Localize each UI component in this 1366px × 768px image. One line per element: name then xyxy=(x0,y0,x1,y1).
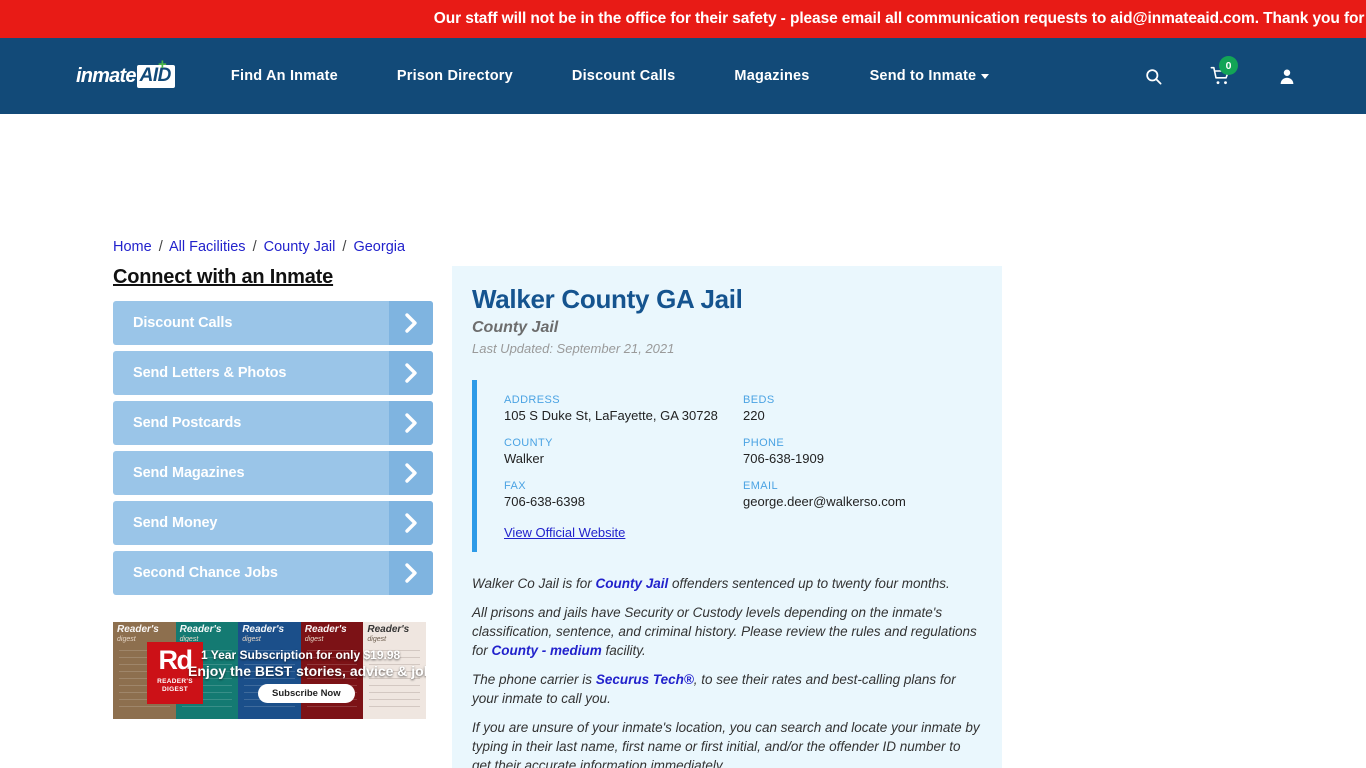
sidebar: Connect with an Inmate Discount Calls Se… xyxy=(113,266,433,601)
breadcrumb-item-county-jail[interactable]: County Jail xyxy=(264,239,336,255)
sidebar-item-label: Discount Calls xyxy=(133,315,233,331)
nav-item-prison-directory[interactable]: Prison Directory xyxy=(397,68,513,84)
sidebar-item-label: Send Money xyxy=(133,515,218,531)
info-value: 220 xyxy=(743,408,765,423)
info-field-beds: BEDS 220 xyxy=(743,394,982,423)
ad-cover-title: Reader's xyxy=(117,624,159,635)
sidebar-item-send-postcards[interactable]: Send Postcards xyxy=(113,401,433,445)
desc-p1-text-b: offenders sentenced up to twenty four mo… xyxy=(668,576,950,591)
info-field-county: COUNTY Walker xyxy=(504,437,743,466)
nav-item-send-to-inmate-label: Send to Inmate xyxy=(869,68,977,84)
chevron-right-icon xyxy=(389,451,433,495)
sidebar-item-label: Second Chance Jobs xyxy=(133,565,278,581)
facility-type: County Jail xyxy=(472,319,559,336)
info-field-fax: FAX 706-638-6398 xyxy=(504,480,743,509)
breadcrumb-item-all-facilities[interactable]: All Facilities xyxy=(169,239,246,255)
info-value: 105 S Duke St, LaFayette, GA 30728 xyxy=(504,408,718,423)
cart-icon[interactable]: 0 xyxy=(1210,56,1238,86)
description-paragraph-4: If you are unsure of your inmate's locat… xyxy=(472,720,980,768)
search-icon[interactable] xyxy=(1144,67,1163,86)
info-label: ADDRESS xyxy=(504,394,560,406)
sidebar-item-label: Send Postcards xyxy=(133,415,242,431)
advertisement-banner[interactable]: Reader's digest Reader's digest Reader's… xyxy=(113,622,426,719)
ad-cover-sub: digest xyxy=(242,636,261,643)
desc-p3-text-a: The phone carrier is xyxy=(472,672,596,687)
sidebar-item-label: Send Letters & Photos xyxy=(133,365,287,381)
facility-info-grid: ADDRESS 105 S Duke St, LaFayette, GA 307… xyxy=(472,380,982,552)
ad-cover-title: Reader's xyxy=(367,624,410,635)
description-paragraph-2: All prisons and jails have Security or C… xyxy=(472,603,982,660)
info-value: george.deer@walkerso.com xyxy=(743,494,906,509)
nav-icons: 0 xyxy=(1144,56,1296,86)
ad-subscribe-button[interactable]: Subscribe Now xyxy=(258,684,355,703)
chevron-right-icon xyxy=(389,401,433,445)
desc-p2-text-b: facility. xyxy=(601,643,646,658)
chevron-right-icon xyxy=(389,351,433,395)
logo-word: inmate xyxy=(76,64,136,87)
sidebar-item-label: Send Magazines xyxy=(133,465,245,481)
desc-p1-link[interactable]: County Jail xyxy=(596,576,669,591)
nav-item-magazines[interactable]: Magazines xyxy=(734,68,809,84)
sidebar-item-send-letters-photos[interactable]: Send Letters & Photos xyxy=(113,351,433,395)
sidebar-title: Connect with an Inmate xyxy=(113,266,334,288)
info-label: EMAIL xyxy=(743,480,779,492)
description-paragraph-3: The phone carrier is Securus Tech®, to s… xyxy=(472,670,982,708)
desc-p3-link[interactable]: Securus Tech® xyxy=(596,672,694,687)
info-label: PHONE xyxy=(743,437,785,449)
alert-banner: Our staff will not be in the office for … xyxy=(0,0,1366,38)
chevron-right-icon xyxy=(389,501,433,545)
description-paragraph-1: Walker Co Jail is for County Jail offend… xyxy=(472,574,982,593)
facility-card: Walker County GA Jail County Jail Last U… xyxy=(452,266,1002,768)
ad-cover-sub: digest xyxy=(367,636,387,643)
sidebar-item-send-magazines[interactable]: Send Magazines xyxy=(113,451,433,495)
facility-last-updated: Last Updated: September 21, 2021 xyxy=(472,341,675,356)
breadcrumb-item-georgia[interactable]: Georgia xyxy=(353,239,405,255)
cart-badge-count: 0 xyxy=(1219,56,1238,75)
ad-cover-sub: digest xyxy=(304,636,324,643)
sidebar-item-send-money[interactable]: Send Money xyxy=(113,501,433,545)
breadcrumb: Home / All Facilities / County Jail / Ge… xyxy=(113,239,405,255)
nav-item-send-to-inmate[interactable]: Send to Inmate xyxy=(870,68,990,84)
info-field-phone: PHONE 706-638-1909 xyxy=(743,437,982,466)
user-icon[interactable] xyxy=(1278,67,1296,86)
alert-banner-text: Our staff will not be in the office for … xyxy=(433,10,1366,27)
ad-cover-title: Reader's xyxy=(179,624,222,635)
plus-cross-icon: + xyxy=(158,56,167,73)
breadcrumb-separator: / xyxy=(342,239,347,255)
chevron-right-icon xyxy=(389,551,433,595)
ad-brand-sub: READER'S DIGEST xyxy=(157,678,193,693)
info-value: 706-638-1909 xyxy=(743,451,824,466)
logo-badge: AID xyxy=(136,64,175,88)
desc-p2-link[interactable]: County - medium xyxy=(492,643,602,658)
info-label: BEDS xyxy=(743,394,775,406)
site-logo[interactable]: inmate AID + xyxy=(76,57,175,89)
chevron-right-icon xyxy=(389,301,433,345)
sidebar-item-discount-calls[interactable]: Discount Calls xyxy=(113,301,433,345)
info-label: FAX xyxy=(504,480,526,492)
facility-description: Walker Co Jail is for County Jail offend… xyxy=(472,574,982,768)
ad-subheadline: Enjoy the BEST stories, advice & jokes! xyxy=(188,663,426,679)
info-field-address: ADDRESS 105 S Duke St, LaFayette, GA 307… xyxy=(504,394,743,423)
ad-headline: 1 Year Subscription for only $19.98 xyxy=(201,648,401,662)
ad-cover-title: Reader's xyxy=(304,624,347,635)
ad-cover-title: Reader's xyxy=(242,624,285,635)
main-navbar: inmate AID + Find An Inmate Prison Direc… xyxy=(0,38,1366,114)
chevron-down-icon xyxy=(981,73,990,79)
breadcrumb-item-home[interactable]: Home xyxy=(113,239,152,255)
nav-item-find-an-inmate[interactable]: Find An Inmate xyxy=(231,68,338,84)
info-value: 706-638-6398 xyxy=(504,494,585,509)
page-title: Walker County GA Jail xyxy=(472,284,743,314)
nav-item-discount-calls[interactable]: Discount Calls xyxy=(572,68,676,84)
desc-p1-text-a: Walker Co Jail is for xyxy=(472,576,596,591)
view-official-website-link[interactable]: View Official Website xyxy=(504,525,625,540)
info-value: Walker xyxy=(504,451,544,466)
breadcrumb-separator: / xyxy=(252,239,257,255)
info-field-email: EMAIL george.deer@walkerso.com xyxy=(743,480,982,509)
info-label: COUNTY xyxy=(504,437,553,449)
breadcrumb-separator: / xyxy=(158,239,163,255)
sidebar-item-second-chance-jobs[interactable]: Second Chance Jobs xyxy=(113,551,433,595)
nav-links: Find An Inmate Prison Directory Discount… xyxy=(231,68,990,84)
